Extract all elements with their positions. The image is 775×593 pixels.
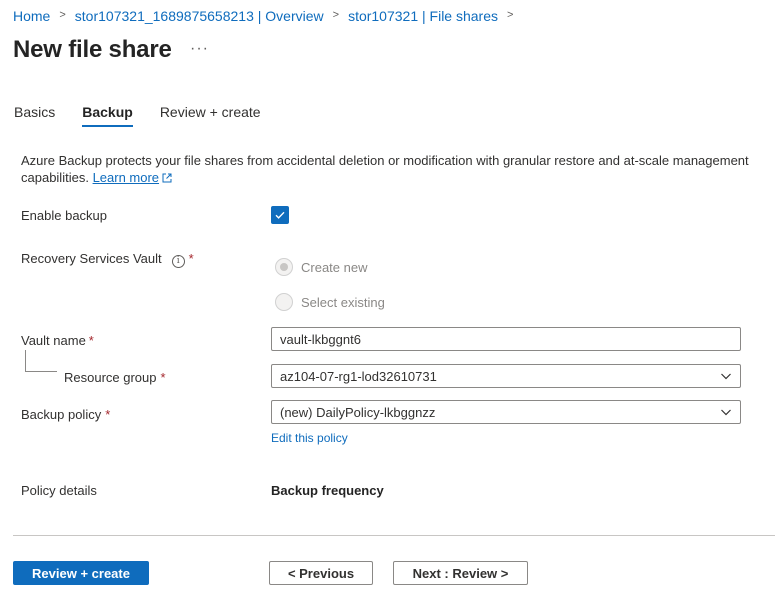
backup-frequency-heading: Backup frequency	[271, 483, 384, 498]
next-review-button[interactable]: Next : Review >	[393, 561, 528, 585]
recovery-vault-label: Recovery Services Vault i *	[21, 251, 194, 268]
resource-group-value: az104-07-rg1-lod32610731	[280, 368, 437, 384]
chevron-down-icon	[721, 409, 731, 416]
breadcrumb-home-link[interactable]: Home	[13, 8, 50, 24]
chevron-right-icon: >	[332, 9, 340, 21]
vault-option-select-existing[interactable]: Select existing	[275, 293, 385, 311]
radio-select-existing-label: Select existing	[301, 294, 385, 310]
recovery-vault-label-text: Recovery Services Vault	[21, 251, 162, 266]
breadcrumb: Home > stor107321_1689875658213 | Overvi…	[13, 8, 522, 24]
tree-connector	[25, 350, 57, 372]
backup-policy-label-text: Backup policy	[21, 407, 102, 422]
tab-backup[interactable]: Backup	[82, 104, 133, 127]
resource-group-label-text: Resource group	[64, 370, 157, 385]
enable-backup-label: Enable backup	[21, 208, 108, 223]
tab-bar: Basics Backup Review + create	[14, 104, 288, 127]
backup-policy-dropdown[interactable]: (new) DailyPolicy-lkbggnzz	[271, 400, 741, 424]
chevron-down-icon	[721, 373, 731, 380]
chevron-right-icon: >	[59, 9, 66, 21]
resource-group-label: Resource group *	[64, 370, 166, 385]
vault-name-label: Vault name *	[21, 333, 94, 348]
checkmark-icon	[275, 211, 285, 219]
vault-name-input[interactable]	[271, 327, 741, 351]
radio-select-existing[interactable]	[275, 293, 293, 311]
radio-create-new-label: Create new	[301, 259, 368, 275]
chevron-right-icon: >	[507, 9, 514, 21]
page-title: New file share	[13, 36, 172, 63]
policy-details-label: Policy details	[21, 483, 97, 498]
external-link-icon	[162, 173, 172, 183]
previous-button[interactable]: < Previous	[269, 561, 373, 585]
backup-description: Azure Backup protects your file shares f…	[21, 152, 761, 186]
vault-option-create-new[interactable]: Create new	[275, 258, 367, 276]
tab-basics[interactable]: Basics	[14, 104, 55, 127]
enable-backup-checkbox[interactable]	[271, 206, 289, 224]
required-marker: *	[188, 251, 194, 266]
radio-create-new[interactable]	[275, 258, 293, 276]
vault-name-label-text: Vault name	[21, 333, 86, 348]
required-marker: *	[88, 333, 94, 348]
backup-policy-label: Backup policy *	[21, 407, 110, 422]
backup-policy-value: (new) DailyPolicy-lkbggnzz	[280, 404, 436, 420]
footer-divider	[13, 535, 775, 536]
breadcrumb-file-shares-link[interactable]: stor107321 | File shares	[348, 8, 498, 24]
review-create-button[interactable]: Review + create	[13, 561, 149, 585]
tab-review-create[interactable]: Review + create	[160, 104, 261, 127]
required-marker: *	[105, 407, 111, 422]
edit-policy-link[interactable]: Edit this policy	[271, 431, 348, 445]
required-marker: *	[160, 370, 166, 385]
resource-group-dropdown[interactable]: az104-07-rg1-lod32610731	[271, 364, 741, 388]
more-options-icon[interactable]: ···	[190, 40, 209, 58]
breadcrumb-storage-overview-link[interactable]: stor107321_1689875658213 | Overview	[75, 8, 324, 24]
info-icon[interactable]: i	[171, 255, 185, 268]
learn-more-link[interactable]: Learn more	[93, 170, 159, 185]
